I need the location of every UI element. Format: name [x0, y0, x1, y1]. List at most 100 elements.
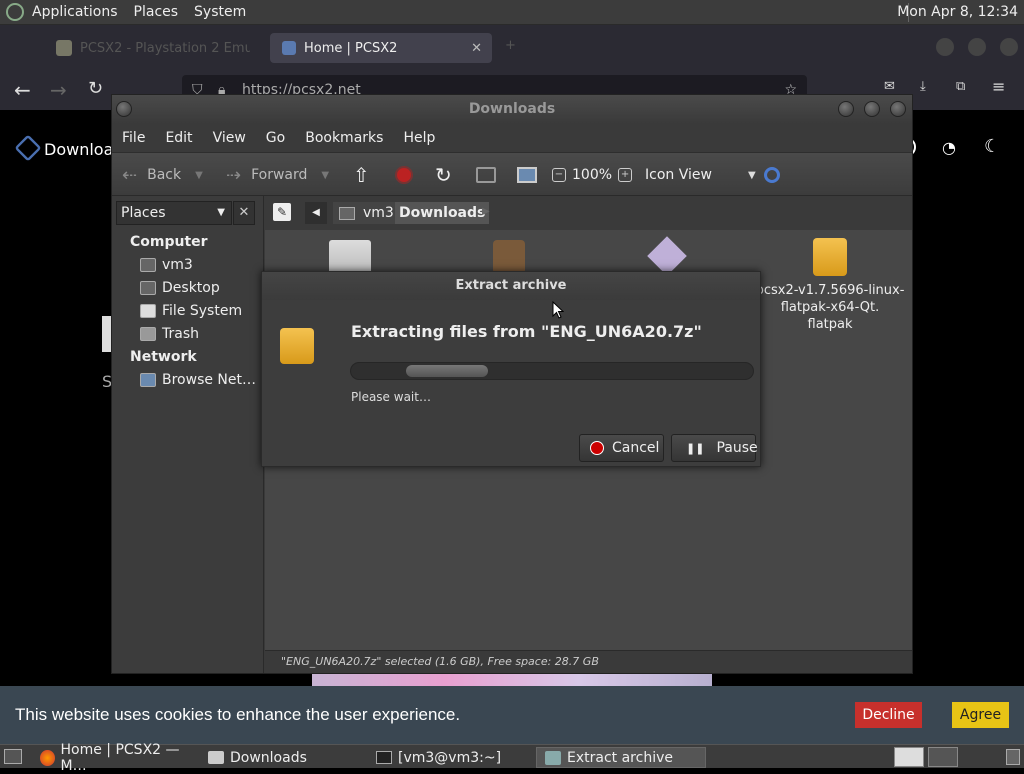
pocket-icon[interactable]: ✉: [884, 79, 895, 94]
menu-view[interactable]: View: [203, 130, 256, 146]
menu-file[interactable]: File: [112, 130, 155, 146]
back-button[interactable]: ⇠ Back ▼: [122, 153, 203, 197]
pcsx2-logo-icon[interactable]: [14, 134, 42, 162]
file-label-line: flatpak: [807, 317, 853, 332]
forward-button[interactable]: ⇢ Forward ▼: [226, 153, 329, 197]
reload-icon[interactable]: ↻: [88, 78, 103, 99]
system-menu[interactable]: System: [186, 0, 254, 25]
show-desktop-icon[interactable]: [4, 749, 22, 764]
menu-bookmarks[interactable]: Bookmarks: [295, 130, 393, 146]
close-sidebar-button[interactable]: ✕: [233, 201, 255, 225]
folder-icon: [208, 751, 224, 764]
browser-tab-inactive[interactable]: PCSX2 - Playstation 2 Emulator: [44, 33, 266, 63]
window-titlebar[interactable]: Downloads: [112, 95, 912, 124]
rss-icon[interactable]: ◔: [942, 138, 956, 157]
clock[interactable]: Mon Apr 8, 12:34: [897, 0, 1018, 25]
home-folder-icon: [140, 258, 156, 272]
sidebar-item-label: Browse Net…: [162, 372, 257, 388]
stop-icon: [590, 441, 604, 455]
cancel-button[interactable]: Cancel: [579, 434, 664, 462]
stop-button[interactable]: [395, 153, 413, 197]
archive-icon: [545, 750, 561, 765]
close-window-icon[interactable]: [890, 101, 906, 117]
edit-location-icon[interactable]: ✎: [273, 203, 291, 221]
window-menu-icon[interactable]: [116, 101, 132, 117]
home-button[interactable]: [476, 153, 496, 197]
window-control-icon[interactable]: [968, 38, 986, 56]
sidebar-item-browse-network[interactable]: Browse Net…: [140, 372, 256, 388]
trash-icon[interactable]: [1006, 749, 1020, 765]
window-control-icon[interactable]: [1000, 38, 1018, 56]
forward-arrow-icon[interactable]: →: [50, 78, 67, 102]
mouse-cursor-icon: [552, 301, 564, 319]
decline-button[interactable]: Decline: [855, 702, 922, 728]
search-button[interactable]: [764, 153, 780, 197]
chevron-down-icon[interactable]: ▼: [321, 170, 329, 181]
up-button[interactable]: ⇧: [353, 153, 370, 197]
package-icon[interactable]: [813, 238, 847, 276]
package-icon[interactable]: [493, 240, 525, 274]
taskbar-item-label: [vm3@vm3:~]: [398, 749, 502, 766]
home-folder-icon: [476, 167, 496, 183]
file-item-label[interactable]: pcsx2-v1.7.5696-linux- flatpak-x64-Qt. f…: [755, 282, 905, 333]
menu-edit[interactable]: Edit: [155, 130, 202, 146]
breadcrumb-vm3[interactable]: vm3: [333, 202, 400, 224]
dialog-heading: Extracting files from "ENG_UN6A20.7z": [351, 322, 702, 341]
taskbar-item-extract[interactable]: Extract archive: [536, 747, 706, 768]
path-left-arrow-icon[interactable]: ◀: [305, 202, 327, 224]
minimize-icon[interactable]: [838, 101, 854, 117]
folder-icon[interactable]: [329, 240, 371, 274]
taskbar: Home | PCSX2 — M… Downloads [vm3@vm3:~] …: [0, 742, 1024, 774]
sidebar-item-file-system[interactable]: File System: [140, 303, 242, 319]
moon-icon[interactable]: ☾: [984, 136, 1000, 157]
chevron-down-icon[interactable]: ▼: [195, 170, 203, 181]
new-tab-icon[interactable]: +: [505, 38, 516, 53]
places-menu[interactable]: Places: [126, 0, 187, 25]
taskbar-item-downloads[interactable]: Downloads: [200, 747, 364, 768]
menu-icon[interactable]: ≡: [992, 77, 1005, 96]
view-mode-label: Icon View: [645, 167, 712, 183]
sidebar-type-select[interactable]: Places ▼: [116, 201, 232, 225]
download-icon[interactable]: ⤓: [920, 79, 926, 94]
workspace-switcher-icon[interactable]: [928, 747, 958, 767]
pause-label: Pause: [716, 440, 758, 456]
applications-menu[interactable]: Applications: [24, 0, 126, 25]
menu-help[interactable]: Help: [393, 130, 445, 146]
path-right-arrow-icon[interactable]: ▶: [482, 206, 490, 217]
close-tab-icon[interactable]: ✕: [471, 41, 482, 56]
disc-image-icon[interactable]: [647, 236, 687, 276]
sidebar-item-trash[interactable]: Trash: [140, 326, 199, 342]
view-mode-select[interactable]: Icon View ▼: [645, 153, 756, 197]
menu-go[interactable]: Go: [256, 130, 295, 146]
back-arrow-icon[interactable]: ←: [14, 78, 31, 102]
dialog-titlebar[interactable]: Extract archive: [262, 272, 760, 300]
zoom-in-icon[interactable]: +: [618, 168, 633, 182]
file-label-line: flatpak-x64-Qt.: [780, 300, 880, 315]
breadcrumb-downloads[interactable]: Downloads: [395, 202, 490, 224]
distro-logo-icon[interactable]: [6, 3, 24, 21]
path-bar: ✎ ◀ vm3 Downloads ▶: [265, 196, 912, 230]
sidebar-item-desktop[interactable]: Desktop: [140, 280, 220, 296]
back-label: Back: [147, 167, 182, 183]
agree-button[interactable]: Agree: [952, 702, 1009, 728]
taskbar-item-firefox[interactable]: Home | PCSX2 — M…: [32, 742, 196, 774]
maximize-icon[interactable]: [864, 101, 880, 117]
tab-label: Home | PCSX2: [304, 40, 398, 56]
browser-tab-active[interactable]: Home | PCSX2 ✕: [270, 33, 492, 63]
zoom-out-icon[interactable]: −: [552, 168, 566, 182]
extensions-icon[interactable]: ⧉: [956, 79, 965, 94]
reload-icon: ↻: [435, 163, 452, 187]
reload-button[interactable]: ↻: [435, 153, 452, 197]
sidebar-item-vm3[interactable]: vm3: [140, 257, 193, 273]
computer-button[interactable]: [517, 153, 537, 197]
sidebar-item-label: Desktop: [162, 280, 220, 296]
progress-bar: [350, 362, 754, 380]
workspace-switcher-icon[interactable]: [894, 747, 924, 767]
pause-button[interactable]: ❚❚ Pause: [671, 434, 758, 462]
window-control-icon[interactable]: [936, 38, 954, 56]
taskbar-item-terminal[interactable]: [vm3@vm3:~]: [368, 747, 532, 768]
browser-tab-strip: PCSX2 - Playstation 2 Emulator Home | PC…: [0, 25, 1024, 70]
forward-label: Forward: [251, 167, 308, 183]
chevron-down-icon: ▼: [217, 207, 225, 218]
zoom-level[interactable]: 100%: [572, 167, 612, 183]
